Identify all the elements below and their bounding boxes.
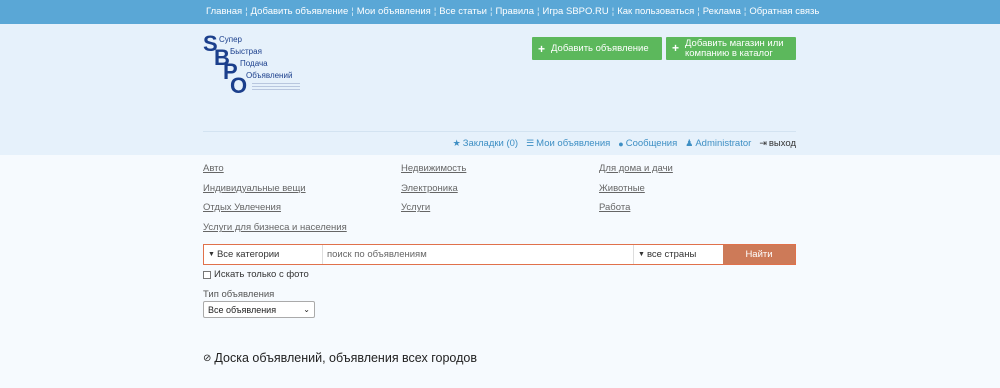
- nav-add-ad[interactable]: Добавить объявление: [251, 6, 349, 17]
- photo-only-checkbox[interactable]: [203, 270, 211, 279]
- top-nav: Главная ¦ Добавить объявление ¦ Мои объявлен…: [206, 6, 820, 17]
- category-personal[interactable]: Индивидуальные вещи: [203, 183, 306, 194]
- category-hobby[interactable]: Отдых Увлечения: [203, 202, 281, 213]
- nav-ads[interactable]: Реклама: [703, 6, 741, 17]
- category-select[interactable]: ▼ Все категории: [204, 245, 323, 264]
- category-animals[interactable]: Животные: [599, 183, 645, 194]
- add-shop-button[interactable]: + Добавить магазин или компанию в каталог: [666, 37, 796, 60]
- category-jobs[interactable]: Работа: [599, 202, 630, 213]
- list-icon: ☰: [526, 138, 535, 148]
- search-input[interactable]: поиск по объявлениям: [323, 245, 634, 264]
- caret-down-icon: ▼: [638, 251, 645, 258]
- speech-bubble-icon: ●: [618, 138, 624, 149]
- header: [0, 24, 1000, 155]
- category-realty[interactable]: Недвижимость: [401, 163, 466, 174]
- circle-arrow-icon: ⊘: [203, 352, 212, 364]
- photo-only-filter[interactable]: Искать только с фото: [203, 269, 309, 280]
- logout-icon: ⇥: [759, 138, 767, 148]
- category-auto[interactable]: Авто: [203, 163, 224, 174]
- nav-all-articles[interactable]: Все статьи: [439, 6, 487, 17]
- categories-area: [0, 155, 1000, 388]
- category-business[interactable]: Услуги для бизнеса и населения: [203, 222, 347, 233]
- header-divider: [203, 131, 796, 132]
- chevron-down-icon: ⌄: [303, 305, 310, 314]
- nav-feedback[interactable]: Обратная связь: [749, 6, 819, 17]
- nav-game[interactable]: Игра SBPO.RU: [542, 6, 608, 17]
- nav-home[interactable]: Главная: [206, 6, 242, 17]
- star-icon: ★: [452, 138, 461, 148]
- search-button[interactable]: Найти: [723, 245, 795, 264]
- ad-type-select[interactable]: Все объявления ⌄: [203, 301, 315, 318]
- plus-icon: +: [672, 41, 680, 56]
- top-bar: Главная ¦ Добавить объявление ¦ Мои объявлен…: [0, 0, 1000, 24]
- user-link[interactable]: ♟ Administrator: [685, 138, 751, 149]
- add-ad-button[interactable]: + Добавить объявление: [532, 37, 662, 60]
- plus-icon: +: [538, 41, 546, 56]
- nav-how-to-use[interactable]: Как пользоваться: [617, 6, 694, 17]
- search-bar: ▼ Все категории поиск по объявлениям ▼ все…: [203, 244, 796, 265]
- user-nav: ★ Закладки (0) ☰ Мои объявления ● Сообщения…: [453, 138, 796, 149]
- logo-tagline: [252, 81, 300, 91]
- nav-my-ads[interactable]: Мои объявления: [357, 6, 431, 17]
- user-icon: ♟: [685, 138, 694, 148]
- logout-link[interactable]: ⇥ выход: [759, 138, 796, 149]
- country-select[interactable]: ▼ все страны: [634, 245, 723, 264]
- my-ads-link[interactable]: ☰ Мои объявления: [526, 138, 610, 149]
- page-title: ⊘ Доска объявлений, объявления всех горо…: [203, 351, 477, 365]
- category-home[interactable]: Для дома и дачи: [599, 163, 673, 174]
- bookmarks-link[interactable]: ★ Закладки (0): [453, 138, 518, 149]
- messages-link[interactable]: ● Сообщения: [618, 138, 677, 149]
- category-electronics[interactable]: Электроника: [401, 183, 458, 194]
- nav-rules[interactable]: Правила: [495, 6, 534, 17]
- caret-down-icon: ▼: [208, 251, 215, 258]
- category-services[interactable]: Услуги: [401, 202, 430, 213]
- ad-type-label: Тип объявления: [203, 289, 275, 300]
